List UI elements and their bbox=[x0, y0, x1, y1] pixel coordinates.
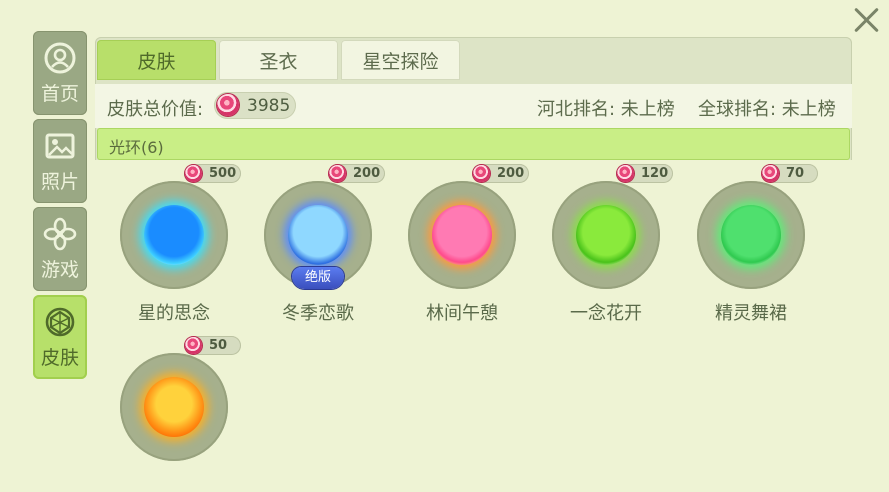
global-rank: 全球排名: 未上榜 bbox=[698, 99, 836, 120]
candy-icon bbox=[185, 337, 202, 354]
sidebar-item-skins[interactable]: 皮肤 bbox=[33, 295, 87, 379]
skin-item[interactable]: 200 林间午憩 bbox=[386, 160, 529, 324]
candy-icon bbox=[185, 165, 202, 182]
close-button[interactable] bbox=[852, 6, 880, 34]
skin-icon bbox=[45, 307, 75, 336]
total-value: 3985 bbox=[247, 96, 291, 116]
halo-orb bbox=[144, 377, 204, 437]
item-name: 精灵舞裙 bbox=[715, 303, 787, 324]
sidebar-item-games[interactable]: 游戏 bbox=[33, 207, 87, 291]
section-header: 光环(6) bbox=[97, 128, 850, 160]
price-value: 200 bbox=[497, 166, 525, 181]
halo-frame bbox=[697, 181, 805, 289]
summary-row: 皮肤总价值: 3985 河北排名: 未上榜 全球排名: 未上榜 bbox=[95, 84, 852, 128]
halo-frame bbox=[120, 181, 228, 289]
skin-item[interactable]: 500 星的思念 bbox=[98, 160, 241, 324]
item-grid: 500 星的思念 绝版 200 冬季恋歌 200 林间午憩 120 一念花开 7… bbox=[95, 160, 852, 461]
sidebar-item-label: 首页 bbox=[40, 82, 79, 105]
candy-icon bbox=[473, 165, 490, 182]
tab-skins[interactable]: 皮肤 bbox=[97, 40, 216, 80]
sidebar-item-photos[interactable]: 照片 bbox=[33, 119, 87, 203]
total-value-pill: 3985 bbox=[214, 92, 296, 119]
halo-orb bbox=[576, 205, 636, 265]
candy-icon bbox=[217, 94, 239, 116]
halo-frame bbox=[120, 353, 228, 461]
skin-item[interactable]: 120 一念花开 bbox=[530, 160, 673, 324]
candy-icon bbox=[329, 165, 346, 182]
price-tag: 70 bbox=[761, 164, 818, 183]
halo-frame bbox=[408, 181, 516, 289]
tab-armor[interactable]: 圣衣 bbox=[219, 40, 338, 80]
price-tag: 200 bbox=[472, 164, 529, 183]
total-value-label: 皮肤总价值: bbox=[107, 99, 204, 120]
item-name: 冬季恋歌 bbox=[282, 303, 354, 324]
price-tag: 200 bbox=[328, 164, 385, 183]
price-value: 70 bbox=[786, 166, 805, 181]
photo-icon bbox=[45, 133, 75, 158]
halo-orb bbox=[432, 205, 492, 265]
price-value: 200 bbox=[353, 166, 381, 181]
price-value: 500 bbox=[209, 166, 237, 181]
price-tag: 500 bbox=[184, 164, 241, 183]
limited-badge: 绝版 bbox=[292, 267, 344, 289]
candy-icon bbox=[617, 165, 634, 182]
skin-item[interactable]: 绝版 200 冬季恋歌 bbox=[242, 160, 385, 324]
item-name: 林间午憩 bbox=[426, 303, 498, 324]
skin-item[interactable]: 70 精灵舞裙 bbox=[675, 160, 818, 324]
sidebar: 首页 照片 游戏 皮肤 bbox=[33, 31, 87, 411]
price-value: 50 bbox=[209, 338, 228, 353]
sidebar-item-label: 照片 bbox=[40, 170, 79, 193]
sidebar-item-home[interactable]: 首页 bbox=[33, 31, 87, 115]
halo-frame bbox=[552, 181, 660, 289]
price-tag: 120 bbox=[616, 164, 673, 183]
skin-item[interactable]: 50 bbox=[98, 332, 241, 492]
tab-star-explore[interactable]: 星空探险 bbox=[341, 40, 460, 80]
price-value: 120 bbox=[641, 166, 669, 181]
candy-icon bbox=[762, 165, 779, 182]
flower-icon bbox=[43, 217, 77, 250]
skins-panel: 皮肤 圣衣 星空探险 皮肤总价值: 3985 河北排名: 未上榜 全球排名: 未… bbox=[95, 37, 852, 461]
halo-orb bbox=[288, 205, 348, 265]
avatar-icon bbox=[44, 42, 76, 73]
halo-orb bbox=[721, 205, 781, 265]
price-tag: 50 bbox=[184, 336, 241, 355]
section-title: 光环(6) bbox=[109, 138, 164, 157]
tab-bar: 皮肤 圣衣 星空探险 bbox=[97, 40, 463, 80]
item-name: 星的思念 bbox=[138, 303, 210, 324]
province-rank: 河北排名: 未上榜 bbox=[537, 99, 675, 120]
sidebar-item-label: 皮肤 bbox=[40, 346, 79, 369]
halo-orb bbox=[144, 205, 204, 265]
item-name: 一念花开 bbox=[570, 303, 642, 324]
sidebar-item-label: 游戏 bbox=[40, 258, 79, 281]
